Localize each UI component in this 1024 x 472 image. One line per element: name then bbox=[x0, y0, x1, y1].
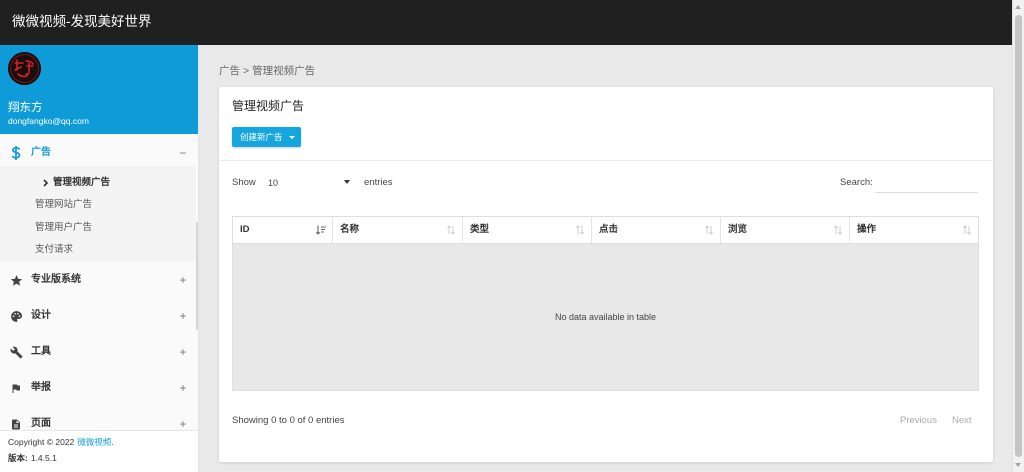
palette-icon bbox=[9, 309, 23, 323]
page-size-select[interactable]: 10 bbox=[262, 175, 353, 191]
copyright-suffix: . bbox=[111, 437, 114, 447]
sidebar-item-ads[interactable]: 广告 − bbox=[0, 140, 196, 166]
expand-toggle-icon[interactable]: + bbox=[177, 267, 189, 293]
breadcrumb-item[interactable]: 广告 bbox=[219, 65, 240, 77]
search-input[interactable] bbox=[875, 175, 978, 193]
table-body: No data available in table bbox=[233, 244, 978, 390]
sidebar-item-label: 工具 bbox=[31, 346, 51, 357]
sort-icon bbox=[704, 225, 714, 235]
column-header-id[interactable]: ID bbox=[233, 217, 333, 243]
sidebar-item-label: 专业版系统 bbox=[31, 274, 81, 285]
sort-amount-down-icon bbox=[316, 225, 326, 235]
sort-icon bbox=[962, 225, 972, 235]
ads-table: ID 名称 类型 点击 浏览 操作 No data available in t… bbox=[232, 216, 979, 391]
flag-icon bbox=[9, 381, 23, 395]
sort-icon bbox=[575, 225, 585, 235]
collapse-toggle-icon[interactable]: − bbox=[177, 140, 189, 166]
user-name: 翔东方 bbox=[8, 102, 43, 114]
column-header-label: 操作 bbox=[857, 224, 877, 235]
expand-toggle-icon[interactable]: + bbox=[177, 339, 189, 365]
avatar-logo-icon bbox=[8, 52, 41, 85]
sidebar-item-label: 页面 bbox=[31, 418, 51, 429]
sidebar-footer: Copyright © 2022 微微视频. 版本: 1.4.5.1 bbox=[0, 430, 198, 472]
user-email: dongfangko@qq.com bbox=[8, 116, 89, 126]
breadcrumb-current: 管理视频广告 bbox=[252, 65, 316, 77]
sidebar: 翔东方 dongfangko@qq.com 广告 − 管理视频广告 管理网站广告… bbox=[0, 45, 199, 472]
sort-icon bbox=[446, 225, 456, 235]
sidebar-item-reports[interactable]: 举报 + bbox=[0, 375, 196, 401]
previous-page-button[interactable]: Previous bbox=[900, 415, 937, 427]
sidebar-item-pages[interactable]: 页面 + bbox=[0, 411, 196, 430]
breadcrumb-separator: > bbox=[243, 65, 250, 77]
wrench-icon bbox=[9, 345, 23, 359]
dollar-icon bbox=[9, 146, 23, 160]
sidebar-menu: 广告 − 管理视频广告 管理网站广告 管理用户广告 支付请求 专业版系统 + 设… bbox=[0, 134, 196, 430]
sidebar-item-pro-system[interactable]: 专业版系统 + bbox=[0, 267, 196, 293]
column-header-label: 点击 bbox=[599, 224, 619, 235]
column-header-label: 类型 bbox=[470, 224, 490, 235]
star-icon bbox=[9, 273, 23, 287]
search-label: Search: bbox=[840, 177, 873, 188]
dropdown-arrow-icon bbox=[344, 180, 350, 184]
brand-link[interactable]: 微微视频 bbox=[77, 437, 111, 447]
column-header-label: ID bbox=[240, 224, 250, 235]
column-header-label: 名称 bbox=[340, 224, 360, 235]
submenu-item-manage-video-ads[interactable]: 管理视频广告 bbox=[0, 173, 196, 193]
copyright: Copyright © 2022 微微视频. bbox=[8, 436, 114, 449]
breadcrumb: 广告 > 管理视频广告 bbox=[219, 64, 318, 78]
column-header-clicks[interactable]: 点击 bbox=[592, 217, 721, 243]
column-header-type[interactable]: 类型 bbox=[463, 217, 592, 243]
table-header: ID 名称 类型 点击 浏览 操作 bbox=[233, 217, 978, 244]
top-bar: 微微视频-发现美好世界 bbox=[0, 0, 1012, 45]
submenu-item-label: 支付请求 bbox=[35, 244, 74, 255]
submenu-item-payment-requests[interactable]: 支付请求 bbox=[0, 240, 196, 260]
version: 版本: 1.4.5.1 bbox=[8, 452, 57, 465]
page-scrollbar[interactable] bbox=[1012, 0, 1024, 472]
scrollbar-thumb[interactable] bbox=[1015, 15, 1022, 457]
submenu-item-manage-site-ads[interactable]: 管理网站广告 bbox=[0, 195, 196, 215]
next-page-button[interactable]: Next bbox=[952, 415, 972, 427]
column-header-label: 浏览 bbox=[728, 224, 748, 235]
empty-message: No data available in table bbox=[554, 312, 657, 322]
show-label: Show bbox=[232, 177, 256, 188]
version-number: 1.4.5.1 bbox=[30, 453, 57, 463]
caret-down-icon bbox=[289, 136, 295, 139]
sidebar-item-label: 广告 bbox=[31, 147, 51, 158]
sidebar-item-tools[interactable]: 工具 + bbox=[0, 339, 196, 365]
chevron-right-icon bbox=[43, 179, 49, 187]
page-title: 管理视频广告 bbox=[232, 99, 305, 113]
divider bbox=[219, 160, 993, 161]
scroll-up-arrow-icon[interactable] bbox=[1015, 5, 1021, 9]
entries-label: entries bbox=[364, 177, 393, 188]
expand-toggle-icon[interactable]: + bbox=[177, 375, 189, 401]
user-profile-panel: 翔东方 dongfangko@qq.com bbox=[0, 45, 198, 134]
expand-toggle-icon[interactable]: + bbox=[177, 411, 189, 430]
copyright-text: Copyright © 2022 bbox=[8, 437, 75, 447]
submenu-ads: 管理视频广告 管理网站广告 管理用户广告 支付请求 bbox=[0, 166, 196, 262]
column-header-actions[interactable]: 操作 bbox=[850, 217, 978, 243]
create-ad-button[interactable]: 创建新广告 bbox=[232, 127, 301, 147]
column-header-views[interactable]: 浏览 bbox=[721, 217, 850, 243]
expand-toggle-icon[interactable]: + bbox=[177, 303, 189, 329]
column-header-name[interactable]: 名称 bbox=[333, 217, 463, 243]
page-size-value: 10 bbox=[268, 178, 279, 188]
sort-icon bbox=[833, 225, 843, 235]
scroll-down-arrow-icon[interactable] bbox=[1015, 463, 1021, 467]
sidebar-item-design[interactable]: 设计 + bbox=[0, 303, 196, 329]
submenu-item-label: 管理视频广告 bbox=[53, 177, 111, 188]
sidebar-scrollbar[interactable] bbox=[196, 222, 198, 330]
submenu-item-manage-user-ads[interactable]: 管理用户广告 bbox=[0, 218, 196, 238]
avatar[interactable] bbox=[8, 52, 41, 85]
version-label: 版本: bbox=[8, 453, 28, 463]
table-info: Showing 0 to 0 of 0 entries bbox=[232, 415, 345, 426]
app-title[interactable]: 微微视频-发现美好世界 bbox=[12, 13, 152, 31]
create-ad-button-label: 创建新广告 bbox=[240, 132, 283, 142]
sidebar-item-label: 举报 bbox=[31, 382, 51, 393]
submenu-item-label: 管理用户广告 bbox=[35, 222, 93, 233]
sidebar-item-label: 设计 bbox=[31, 310, 51, 321]
file-icon bbox=[9, 417, 23, 430]
content-card: 管理视频广告 创建新广告 Show 10 entries Search: ID … bbox=[219, 87, 993, 462]
submenu-item-label: 管理网站广告 bbox=[35, 199, 93, 210]
